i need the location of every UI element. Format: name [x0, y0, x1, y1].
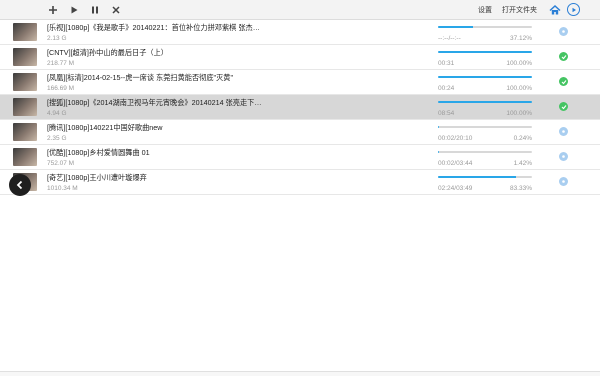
- time-readout: 02:24/03:49: [438, 185, 473, 192]
- progress-percent: 83.33%: [509, 185, 532, 192]
- progress-bar: [438, 126, 532, 128]
- progress-fill: [438, 151, 440, 153]
- video-title: [凤凰][标清]2014-02-15--虎一席谈 东莞扫黄能否彻底"灭黄": [47, 73, 234, 82]
- video-title: [搜狐][1080p]《2014湖南卫视马年元宵晚会》20140214 张亮走下…: [47, 98, 262, 107]
- progress-fill: [438, 101, 532, 103]
- done-check-icon[interactable]: [559, 102, 568, 111]
- time-readout: --:--/--:--: [438, 35, 461, 42]
- download-row[interactable]: [奇艺][1080p]王小川遭叶璇爆弃 1010.34 M 02:24/03:4…: [0, 170, 600, 195]
- settings-button[interactable]: 设置: [478, 5, 492, 15]
- progress-bar: [438, 51, 532, 53]
- progress-percent: 37.12%: [509, 35, 532, 42]
- video-title: [奇艺][1080p]王小川遭叶璇爆弃: [47, 173, 147, 182]
- progress-fill: [438, 51, 532, 53]
- file-size: 1010.34 M: [47, 185, 78, 192]
- download-row[interactable]: [乐视][1080p]《我是歌手》20140221：首位补位力拼邓紫棋 张杰… …: [0, 20, 600, 45]
- time-readout: 00:02/20:10: [438, 135, 473, 142]
- progress-fill: [438, 26, 473, 28]
- toolbar: 设置 打开文件夹: [0, 0, 600, 20]
- file-size: 752.07 M: [47, 160, 75, 167]
- waiting-icon[interactable]: [559, 127, 568, 136]
- file-size: 2.13 G: [47, 35, 67, 42]
- download-list: [乐视][1080p]《我是歌手》20140221：首位补位力拼邓紫棋 张杰… …: [0, 20, 600, 195]
- status-bar: [0, 371, 600, 376]
- waiting-icon[interactable]: [559, 152, 568, 161]
- video-thumbnail: [13, 23, 37, 41]
- video-title: [CNTV][超清]孙中山的最后日子（上）: [47, 48, 168, 57]
- file-size: 166.69 M: [47, 85, 75, 92]
- video-thumbnail: [13, 48, 37, 66]
- video-thumbnail: [13, 123, 37, 141]
- video-title: [腾讯][1080p]140221中国好歌曲new: [47, 123, 163, 132]
- progress-percent: 100.00%: [506, 110, 532, 117]
- progress-fill: [438, 76, 532, 78]
- waiting-icon[interactable]: [559, 27, 568, 36]
- download-row[interactable]: [凤凰][标清]2014-02-15--虎一席谈 东莞扫黄能否彻底"灭黄" 16…: [0, 70, 600, 95]
- video-thumbnail: [13, 98, 37, 116]
- download-row[interactable]: [搜狐][1080p]《2014湖南卫视马年元宵晚会》20140214 张亮走下…: [0, 95, 600, 120]
- progress-bar: [438, 176, 532, 178]
- home-icon[interactable]: [548, 3, 561, 16]
- back-arrow-icon[interactable]: [9, 174, 31, 196]
- progress-bar: [438, 151, 532, 153]
- close-icon[interactable]: [108, 2, 124, 18]
- pause-icon[interactable]: [87, 2, 103, 18]
- progress-bar: [438, 76, 532, 78]
- time-readout: 00:31: [438, 60, 455, 67]
- open-folder-button[interactable]: 打开文件夹: [502, 5, 537, 15]
- progress-percent: 100.00%: [506, 85, 532, 92]
- file-size: 4.94 G: [47, 110, 67, 117]
- download-row[interactable]: [腾讯][1080p]140221中国好歌曲new 2.35 G 00:02/2…: [0, 120, 600, 145]
- download-row[interactable]: [CNTV][超清]孙中山的最后日子（上） 218.77 M 00:31 100…: [0, 45, 600, 70]
- waiting-icon[interactable]: [559, 177, 568, 186]
- progress-percent: 0.24%: [513, 135, 532, 142]
- play-circle-icon[interactable]: [567, 3, 580, 16]
- video-thumbnail: [13, 148, 37, 166]
- download-row[interactable]: [优酷][1080p]乡村爱情圆舞曲 01 752.07 M 00:02/03:…: [0, 145, 600, 170]
- file-size: 218.77 M: [47, 60, 75, 67]
- video-title: [乐视][1080p]《我是歌手》20140221：首位补位力拼邓紫棋 张杰…: [47, 23, 260, 32]
- progress-percent: 100.00%: [506, 60, 532, 67]
- progress-bar: [438, 26, 532, 28]
- progress-fill: [438, 176, 517, 178]
- progress-bar: [438, 101, 532, 103]
- video-title: [优酷][1080p]乡村爱情圆舞曲 01: [47, 148, 150, 157]
- add-icon[interactable]: [45, 2, 61, 18]
- time-readout: 00:02/03:44: [438, 160, 473, 167]
- time-readout: 00:24: [438, 85, 455, 92]
- time-readout: 08:54: [438, 110, 455, 117]
- video-thumbnail: [13, 73, 37, 91]
- done-check-icon[interactable]: [559, 77, 568, 86]
- progress-percent: 1.42%: [513, 160, 532, 167]
- play-icon[interactable]: [66, 2, 82, 18]
- done-check-icon[interactable]: [559, 52, 568, 61]
- file-size: 2.35 G: [47, 135, 67, 142]
